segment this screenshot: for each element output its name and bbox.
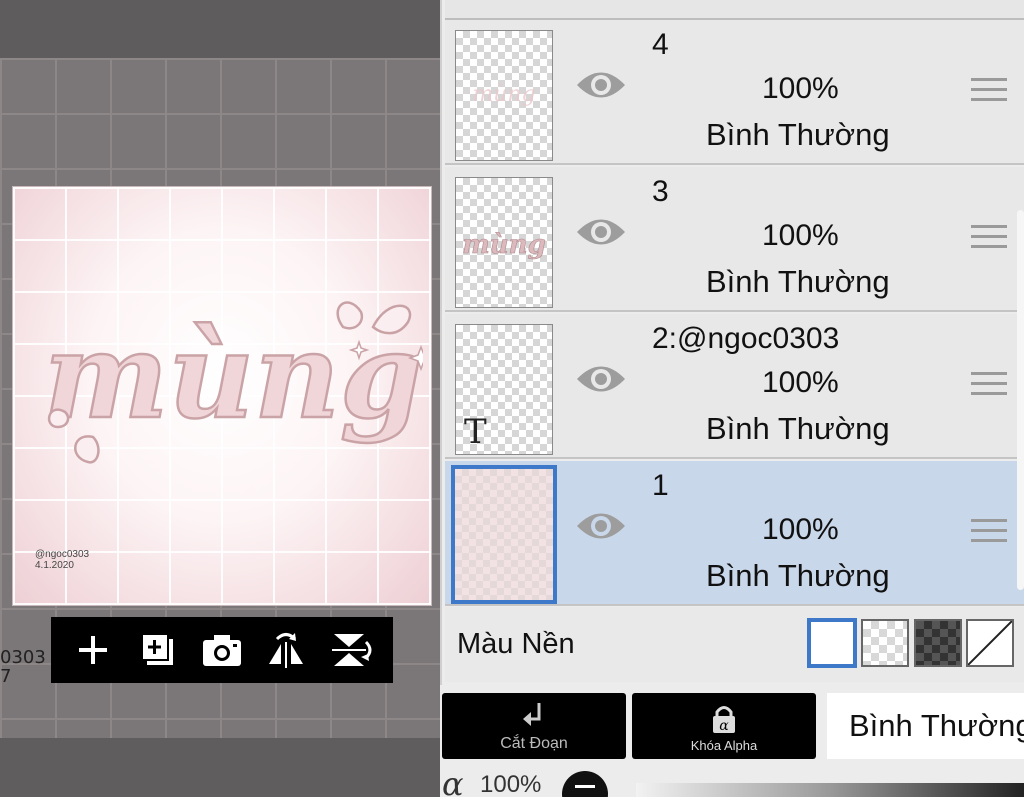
clipping-button[interactable]: Cắt Đoạn [442,693,626,759]
layer-blend-mode: Bình Thường [706,264,890,299]
layer-name: 4 [652,28,669,61]
opacity-slider[interactable] [636,783,1024,797]
canvas-toolbar [51,617,393,683]
lock-icon: α [713,706,735,734]
camera-icon [202,635,241,666]
artwork-text: mùng [44,306,423,445]
panel-scrollbar[interactable] [1017,210,1024,590]
drag-handle-icon[interactable] [971,519,1007,543]
lettering-artwork: mùng [43,301,423,464]
leaf-shape [47,408,70,429]
watermark-line: @ngoc0303 [35,549,90,560]
watermark-line: 4.1.2020 [35,560,74,571]
layer-list-scrolled-edge [445,0,1024,20]
layer-thumbnail [451,465,557,604]
watermark: @ngoc0303 4.1.2020 [35,549,89,571]
layer-blend-mode: Bình Thường [706,117,890,152]
camera-button[interactable] [200,628,244,672]
layer-name: 1 [652,469,669,502]
flip-vertical-button[interactable] [329,628,373,672]
layer-row[interactable]: mùng 4 100% Bình Thường [445,20,1024,165]
layer-opacity: 100% [762,219,839,252]
text-layer-icon: T [464,412,487,452]
drag-handle-icon[interactable] [971,372,1007,396]
plus-icon [79,636,108,664]
flip-vertical-icon [331,634,372,666]
visibility-eye-icon[interactable] [575,215,627,249]
layer-blend-mode: Bình Thường [706,558,890,593]
clip-arrow-icon [523,703,541,726]
layer-row-selected[interactable]: 1 100% Bình Thường [445,461,1024,606]
layer-row[interactable]: T 2:@ngoc0303 100% Bình Thường [445,314,1024,459]
add-button[interactable] [71,628,115,672]
background-color-row: Màu Nền [445,607,1024,682]
layer-thumbnail: T [455,324,553,455]
alpha-lock-label: Khóa Alpha [690,738,758,753]
svg-text:mùng: mùng [462,230,546,260]
leaf-shape [74,435,100,464]
layer-name: 3 [652,175,669,208]
visibility-eye-icon[interactable] [575,362,627,396]
layer-row[interactable]: mùng 3 100% Bình Thường [445,167,1024,312]
svg-text:mùng: mùng [472,82,535,107]
clipping-label: Cắt Đoạn [500,735,568,752]
bg-swatch-none[interactable] [966,619,1014,667]
blend-mode-select[interactable]: Bình Thường [827,693,1024,759]
visibility-eye-icon[interactable] [575,509,627,543]
opacity-decrease-button[interactable] [562,771,608,797]
workspace-bottom [0,738,445,797]
layer-opacity: 100% [762,513,839,546]
drag-handle-icon[interactable] [971,225,1007,249]
workspace-top [0,0,445,58]
layer-name: 2:@ngoc0303 [652,322,840,355]
canvas-preview[interactable]: mùng @ngoc0303 4.1.2020 [12,186,432,606]
drag-handle-icon[interactable] [971,78,1007,102]
bg-swatch-white[interactable] [807,618,857,668]
flip-horizontal-button[interactable] [264,628,308,672]
add-layer-button[interactable] [136,628,180,672]
layer-opacity: 100% [762,72,839,105]
add-layer-icon [140,633,173,665]
bg-swatch-transparent[interactable] [861,619,909,667]
layer-action-bar: Cắt Đoạn α Khóa Alpha Bình Thường α 100% [440,685,1024,797]
workspace-partial-text: 0303 7 [0,647,46,687]
minus-icon [575,785,595,788]
opacity-row: α 100% [440,771,1024,797]
lock-alpha-symbol: α [719,718,729,734]
bg-swatch-dark-checker[interactable] [914,619,962,667]
flip-horizontal-icon [269,633,304,668]
layer-opacity: 100% [762,366,839,399]
layer-thumbnail: mùng [455,177,553,308]
opacity-value: 100% [480,771,542,797]
alpha-lock-button[interactable]: α Khóa Alpha [632,693,816,759]
layer-thumbnail: mùng [455,30,553,161]
layer-blend-mode: Bình Thường [706,411,890,446]
alpha-symbol: α [442,771,464,797]
visibility-eye-icon[interactable] [575,68,627,102]
background-color-label: Màu Nền [457,628,575,660]
